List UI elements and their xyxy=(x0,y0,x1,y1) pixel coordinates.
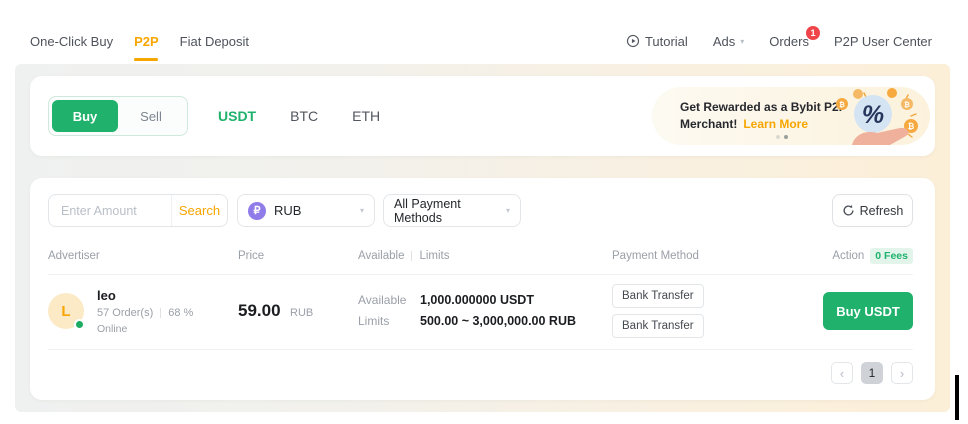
col-available-limits: Available Limits xyxy=(358,250,612,262)
tab-eth[interactable]: ETH xyxy=(352,108,380,124)
tab-btc[interactable]: BTC xyxy=(290,108,318,124)
carousel-dots[interactable] xyxy=(776,135,788,139)
content-background: Buy Sell USDT BTC ETH Get Rewarded as a … xyxy=(15,64,950,412)
available-line: Available1,000.000000 USDT xyxy=(358,290,612,311)
action-cell: Buy USDT xyxy=(823,292,913,330)
advertiser-stats: 57 Order(s) 68 % xyxy=(97,307,193,319)
sell-toggle-button[interactable]: Sell xyxy=(118,100,184,132)
svg-text:₿: ₿ xyxy=(904,101,910,109)
buy-usdt-button[interactable]: Buy USDT xyxy=(823,292,913,330)
chevron-down-icon: ▾ xyxy=(360,206,364,215)
price-cell: 59.00 RUB xyxy=(238,301,358,321)
amount-search-box: Search xyxy=(48,194,228,227)
divider xyxy=(160,308,161,318)
fiat-code: RUB xyxy=(274,203,301,218)
nav-utilities: Tutorial Ads ▾ Orders 1 P2P User Center xyxy=(626,34,932,49)
filter-bar: Search ₽ RUB ▾ All Payment Methods ▾ Ref… xyxy=(48,194,913,227)
buy-toggle-button[interactable]: Buy xyxy=(52,100,118,132)
zero-fees-badge: 0 Fees xyxy=(870,248,913,264)
orders-count-badge: 1 xyxy=(806,26,820,40)
online-status-dot xyxy=(74,319,85,330)
orders-link[interactable]: Orders 1 xyxy=(769,34,809,49)
orders-label: Orders xyxy=(769,34,809,49)
payment-method-tag: Bank Transfer xyxy=(612,284,704,308)
offer-row: L leo 57 Order(s) 68 % Online 59.00 RUB xyxy=(30,275,935,347)
ads-label: Ads xyxy=(713,34,735,49)
refresh-label: Refresh xyxy=(860,204,904,218)
page-1-button[interactable]: 1 xyxy=(861,362,883,384)
available-limits-cell: Available1,000.000000 USDT Limits500.00 … xyxy=(358,290,612,332)
order-count: 57 Order(s) xyxy=(97,307,153,319)
chevron-down-icon: ▾ xyxy=(740,37,744,46)
tab-fiat-deposit[interactable]: Fiat Deposit xyxy=(180,34,249,49)
payment-methods-cell: Bank Transfer Bank Transfer xyxy=(612,284,783,338)
prev-page-button[interactable]: ‹ xyxy=(831,362,853,384)
next-page-button[interactable]: › xyxy=(891,362,913,384)
percent-hand-illustration: ₿ ₿ ₿ % xyxy=(818,87,922,145)
tab-usdt[interactable]: USDT xyxy=(218,108,256,124)
svg-text:₿: ₿ xyxy=(908,122,915,131)
ads-menu[interactable]: Ads ▾ xyxy=(713,34,744,49)
advertiser-cell: L leo 57 Order(s) 68 % Online xyxy=(48,288,238,335)
search-button[interactable]: Search xyxy=(171,195,227,226)
online-status-label: Online xyxy=(97,323,193,335)
price-value: 59.00 xyxy=(238,301,281,320)
payment-method-select[interactable]: All Payment Methods ▾ xyxy=(383,194,521,227)
market-header-card: Buy Sell USDT BTC ETH Get Rewarded as a … xyxy=(30,76,935,156)
completion-rate: 68 % xyxy=(168,307,193,319)
limits-range: 500.00 ~ 3,000,000.00 RUB xyxy=(420,314,576,328)
carousel-dot[interactable] xyxy=(776,135,780,139)
p2p-user-center-link[interactable]: P2P User Center xyxy=(834,34,932,49)
learn-more-link[interactable]: Learn More xyxy=(743,117,808,131)
tab-p2p[interactable]: P2P xyxy=(134,34,159,49)
advertiser-name[interactable]: leo xyxy=(97,288,193,303)
svg-text:₿: ₿ xyxy=(839,101,845,109)
payment-method-value: All Payment Methods xyxy=(394,197,506,225)
page-tabs: One-Click Buy P2P Fiat Deposit xyxy=(30,34,249,49)
pagination: ‹ 1 › xyxy=(831,362,913,384)
chevron-down-icon: ▾ xyxy=(506,206,510,215)
col-price: Price xyxy=(238,250,358,262)
merchant-promo-banner[interactable]: Get Rewarded as a Bybit P2P Merchant!Lea… xyxy=(652,87,930,145)
table-header: Advertiser Price Available Limits Paymen… xyxy=(30,246,935,266)
divider xyxy=(411,251,412,261)
tutorial-label: Tutorial xyxy=(645,34,688,49)
available-amount: 1,000.000000 USDT xyxy=(420,293,534,307)
col-advertiser: Advertiser xyxy=(48,250,238,262)
text-cursor-artifact xyxy=(955,375,959,420)
advertiser-avatar[interactable]: L xyxy=(48,293,84,329)
col-action: Action 0 Fees xyxy=(832,248,913,264)
col-payment-method: Payment Method xyxy=(612,250,783,262)
buy-sell-toggle: Buy Sell xyxy=(48,96,188,136)
price-currency: RUB xyxy=(290,307,313,319)
top-navigation: One-Click Buy P2P Fiat Deposit Tutorial … xyxy=(30,28,932,54)
advertiser-info: leo 57 Order(s) 68 % Online xyxy=(97,288,193,335)
svg-text:%: % xyxy=(862,101,884,129)
limits-line: Limits500.00 ~ 3,000,000.00 RUB xyxy=(358,311,612,332)
carousel-dot[interactable] xyxy=(784,135,788,139)
fiat-currency-select[interactable]: ₽ RUB ▾ xyxy=(237,194,375,227)
offers-card: Search ₽ RUB ▾ All Payment Methods ▾ Ref… xyxy=(30,178,935,400)
refresh-icon xyxy=(842,204,855,217)
amount-input[interactable] xyxy=(49,204,171,218)
refresh-button[interactable]: Refresh xyxy=(832,194,913,227)
coin-tabs: USDT BTC ETH xyxy=(218,76,380,156)
tutorial-link[interactable]: Tutorial xyxy=(626,34,688,49)
payment-method-tag: Bank Transfer xyxy=(612,314,704,338)
ruble-icon: ₽ xyxy=(248,202,266,220)
tab-one-click-buy[interactable]: One-Click Buy xyxy=(30,34,113,49)
tutorial-icon xyxy=(626,34,640,48)
divider xyxy=(48,349,913,350)
